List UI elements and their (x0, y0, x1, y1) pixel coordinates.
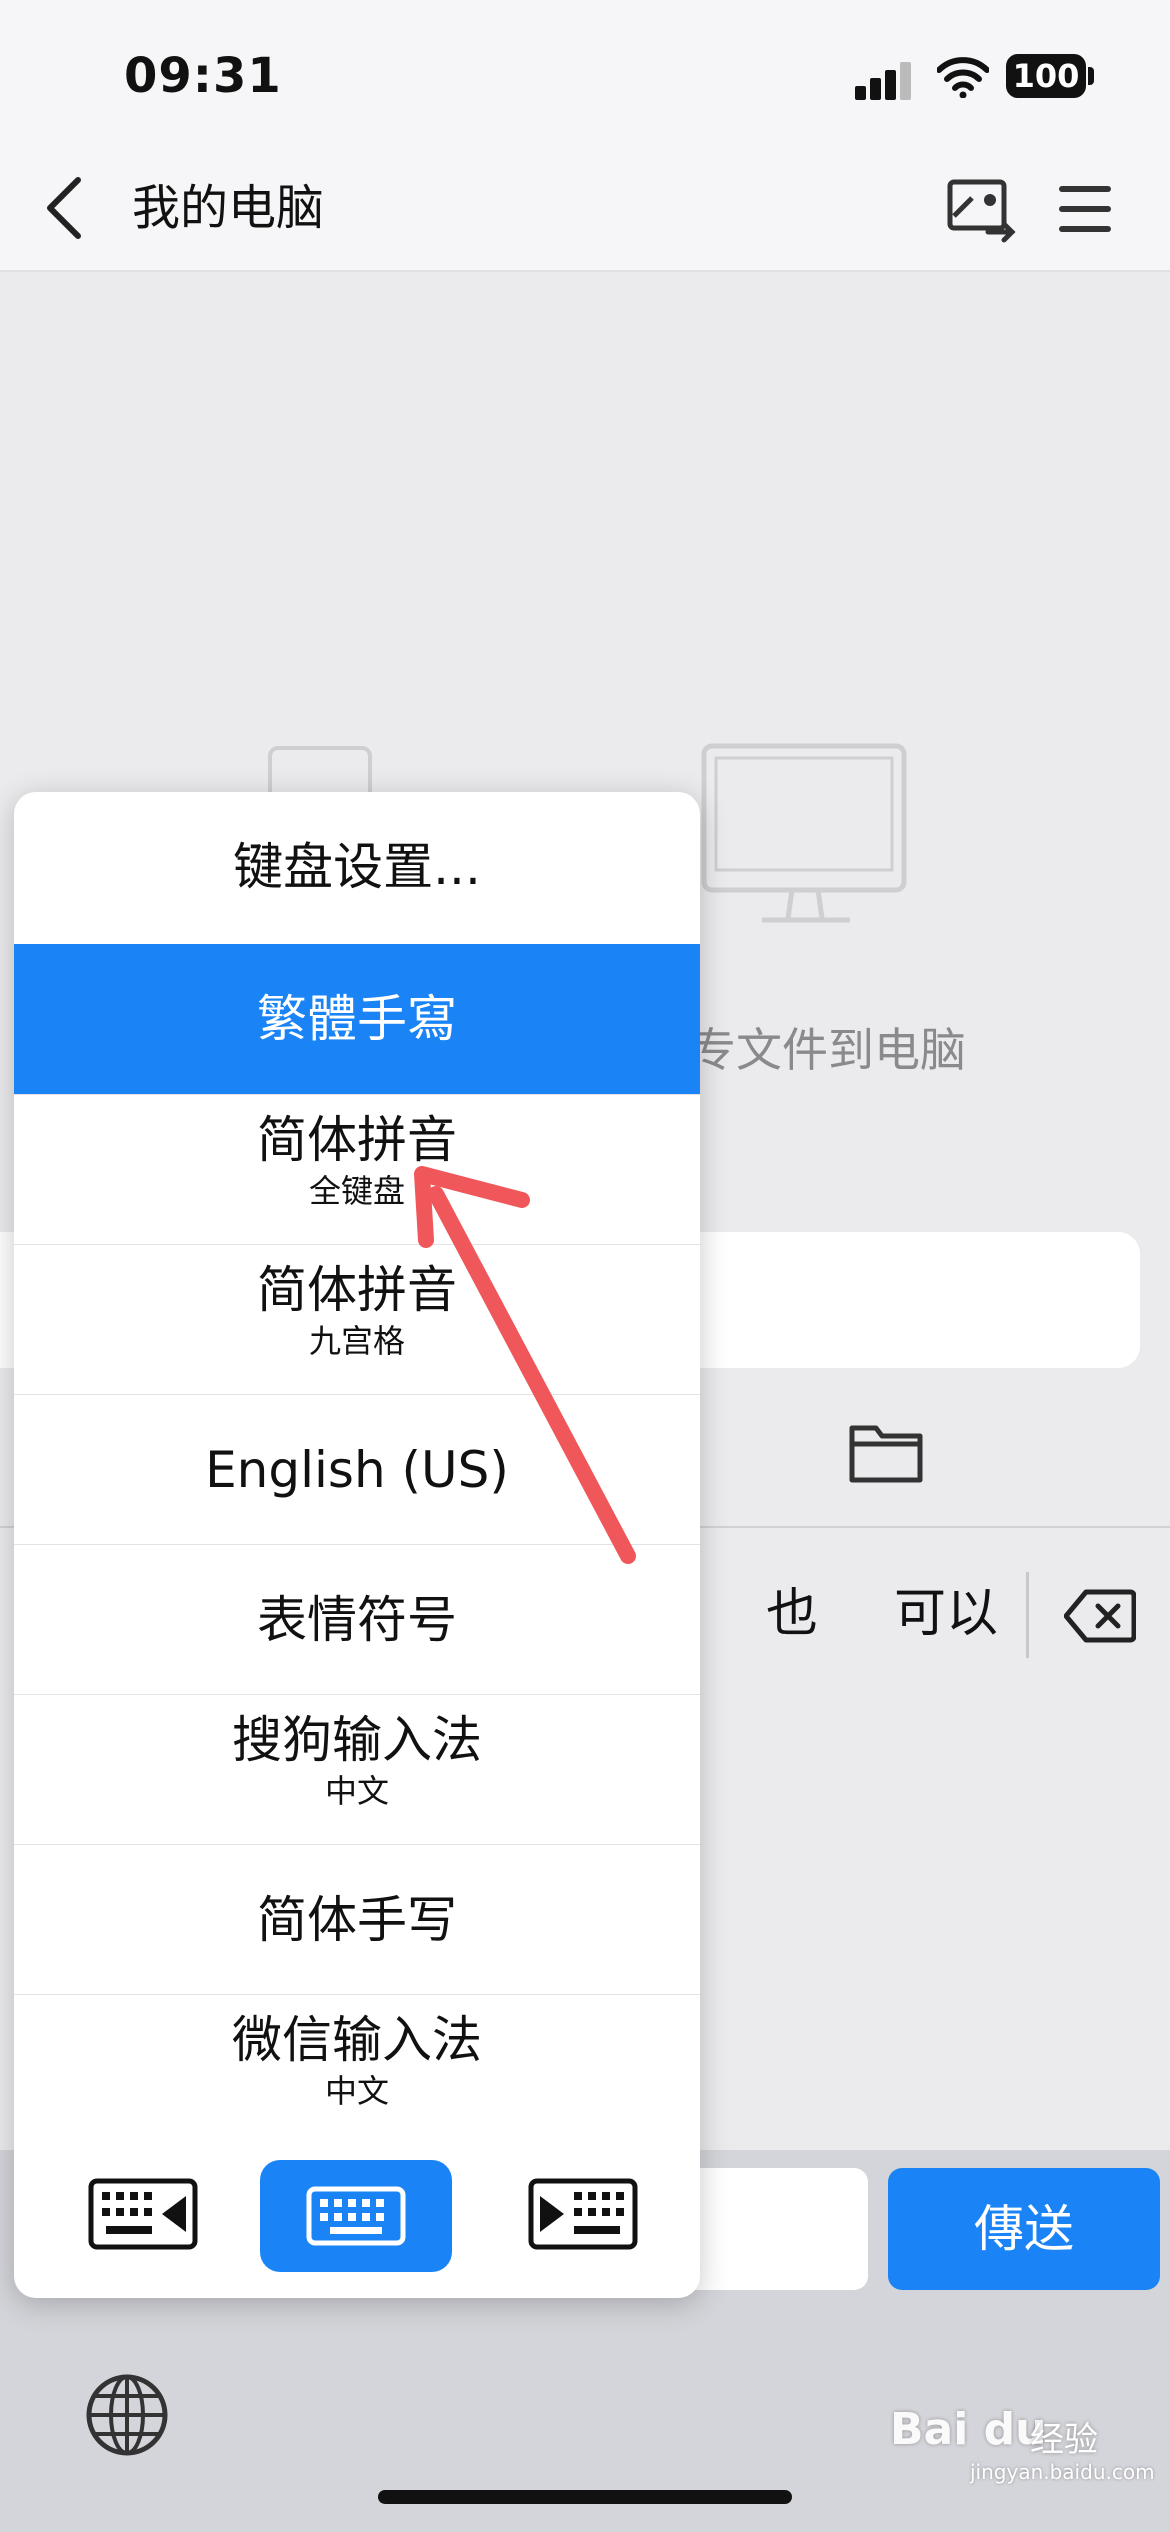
menu-item-english[interactable]: English (US) (14, 1394, 700, 1544)
chevron-left-icon[interactable] (40, 172, 90, 244)
input-method-menu: 键盘设置... 繁體手寫 简体拼音 全键盘 简体拼音 九宫格 English (… (14, 792, 700, 2298)
watermark-url: jingyan.baidu.com (970, 2460, 1155, 2484)
menu-item-label: 表情符号 (257, 1591, 457, 1649)
menu-item-wechat-ime[interactable]: 微信输入法 中文 (14, 1994, 700, 2144)
menu-item-label: 繁體手寫 (257, 990, 457, 1048)
menu-item-sublabel: 中文 (324, 1772, 389, 1810)
battery-icon: 100 (1006, 54, 1086, 98)
home-indicator (378, 2490, 792, 2504)
keyboard-full-icon[interactable] (260, 2160, 452, 2272)
folder-icon[interactable] (846, 1418, 926, 1488)
battery-tip (1088, 67, 1094, 85)
menu-item-label: 简体拼音 (257, 1111, 457, 1169)
menu-item-sogou[interactable]: 搜狗输入法 中文 (14, 1694, 700, 1844)
menu-item-traditional-handwriting[interactable]: 繁體手寫 (14, 944, 700, 1094)
candidate-word[interactable]: 也 (766, 1582, 818, 1646)
delete-icon[interactable] (1064, 1588, 1136, 1644)
menu-item-pinyin-9key[interactable]: 简体拼音 九宫格 (14, 1244, 700, 1394)
keyboard-right-icon[interactable] (528, 2178, 638, 2250)
keyboard-left-icon[interactable] (88, 2178, 198, 2250)
menu-icon[interactable] (1055, 180, 1117, 240)
menu-item-simplified-handwriting[interactable]: 简体手写 (14, 1844, 700, 1994)
screen-share-icon[interactable] (946, 176, 1018, 244)
globe-icon[interactable] (82, 2370, 172, 2460)
wifi-icon (937, 57, 989, 98)
menu-item-label: 搜狗输入法 (232, 1711, 482, 1769)
menu-item-label: 简体拼音 (257, 1261, 457, 1319)
divider (1026, 1572, 1029, 1658)
candidate-word[interactable]: 可以 (894, 1582, 998, 1646)
status-time: 09:31 (124, 48, 282, 104)
menu-item-pinyin-full[interactable]: 简体拼音 全键盘 (14, 1094, 700, 1244)
menu-item-label: 键盘设置... (233, 838, 481, 896)
watermark-brand: Bai du (890, 2404, 1047, 2455)
menu-item-emoji[interactable]: 表情符号 (14, 1544, 700, 1694)
watermark-sub: 经验 (1030, 2420, 1098, 2460)
message-field[interactable] (690, 2168, 868, 2290)
hint-text: 专文件到电脑 (690, 1023, 966, 1077)
menu-item-sublabel: 中文 (324, 2072, 389, 2110)
signal-icon (855, 60, 915, 100)
page-title: 我的电脑 (132, 180, 325, 236)
menu-item-sublabel: 全键盘 (308, 1172, 405, 1210)
monitor-icon (701, 743, 907, 923)
menu-item-sublabel: 九宫格 (308, 1322, 405, 1360)
send-button[interactable]: 傳送 (888, 2168, 1160, 2290)
menu-item-label: 微信输入法 (232, 2011, 482, 2069)
menu-item-label: English (US) (205, 1441, 509, 1499)
menu-item-label: 简体手写 (257, 1891, 457, 1949)
keyboard-settings-item[interactable]: 键盘设置... (14, 792, 700, 944)
